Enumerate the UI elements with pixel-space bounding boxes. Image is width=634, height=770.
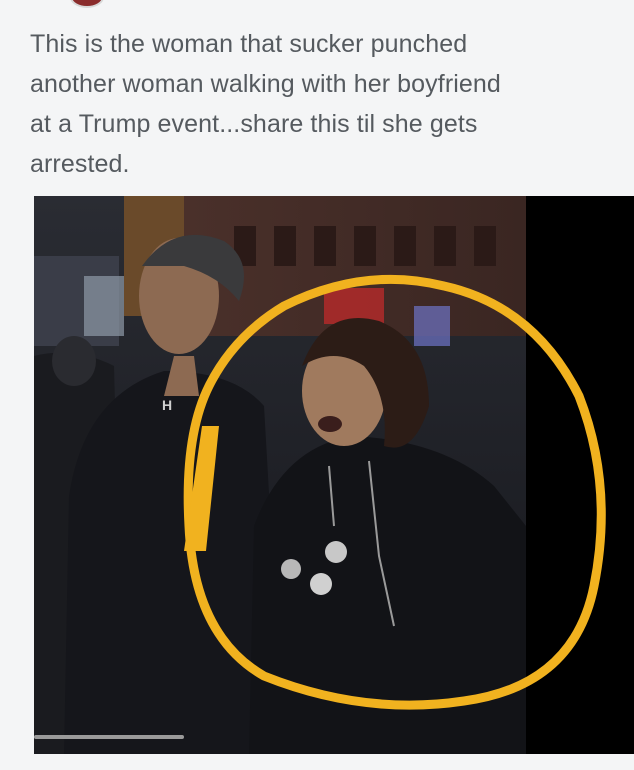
photo-canvas: H <box>34 196 634 754</box>
blue-lights <box>414 306 450 346</box>
post-text-line: another woman walking with her boyfriend <box>30 70 501 98</box>
author-avatar[interactable] <box>70 0 104 8</box>
post-text-line: at a Trump event...share this til she ge… <box>30 110 478 138</box>
woman-mouth <box>318 416 342 432</box>
crowd-head <box>52 336 96 386</box>
post-photo[interactable]: H <box>34 196 634 754</box>
bright-window <box>84 276 124 336</box>
post-text-line: arrested. <box>30 150 130 178</box>
post-text: This is the woman that sucker punched an… <box>30 24 610 184</box>
post-text-line: This is the woman that sucker punched <box>30 30 468 58</box>
video-progress-bar[interactable] <box>34 735 184 739</box>
apparel-logo: H <box>162 397 172 413</box>
